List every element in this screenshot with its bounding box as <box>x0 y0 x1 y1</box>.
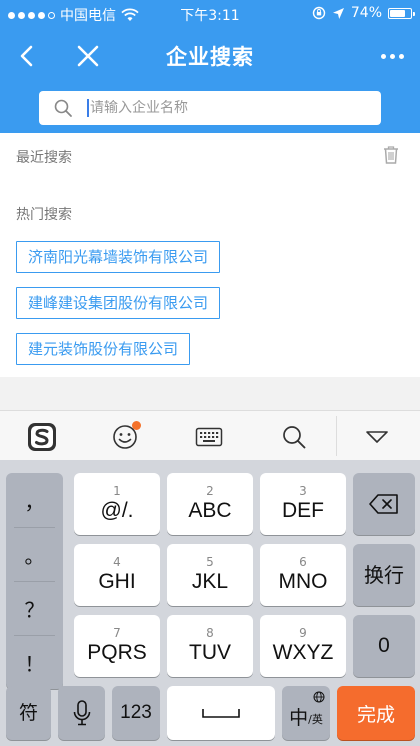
notification-dot <box>132 421 141 430</box>
blank-area <box>0 377 420 410</box>
globe-icon <box>313 691 325 703</box>
space-key[interactable] <box>167 686 275 740</box>
key-9[interactable]: 9 WXYZ <box>260 615 346 677</box>
recent-search-label: 最近搜索 <box>16 150 72 166</box>
key-letters: DEF <box>282 499 324 522</box>
back-button[interactable] <box>10 38 46 74</box>
hot-search-label: 热门搜索 <box>16 207 72 223</box>
lang-main-label: 中 <box>289 706 309 729</box>
collapse-down-icon <box>366 431 388 443</box>
key-number: 5 <box>206 555 214 569</box>
search-icon <box>283 426 306 449</box>
key-number: 4 <box>113 555 121 569</box>
punct-key-exclamation[interactable]: ！ <box>6 635 63 689</box>
key-number: 1 <box>113 484 121 498</box>
status-bar: 中国电信 下午3:11 74% <box>0 0 420 28</box>
backspace-icon <box>369 494 398 514</box>
language-switch-key[interactable]: 中 /英 <box>282 686 330 740</box>
more-dots-icon <box>398 53 404 59</box>
nav-bar: 企业搜索 <box>0 28 420 83</box>
microphone-icon <box>73 700 90 726</box>
key-letters: @/. <box>100 499 134 522</box>
key-number: 2 <box>206 484 214 498</box>
close-icon <box>77 45 99 67</box>
trash-icon <box>384 146 398 164</box>
search-input[interactable] <box>90 100 330 116</box>
more-dots-icon <box>380 53 386 59</box>
status-right: 74% <box>312 5 415 21</box>
clear-history-button[interactable] <box>382 145 400 165</box>
key-letters: WXYZ <box>272 641 334 664</box>
search-icon <box>54 99 72 117</box>
hide-keyboard-button[interactable] <box>360 420 394 454</box>
symbol-key[interactable]: 符 <box>6 686 51 740</box>
key-number: 8 <box>206 626 214 640</box>
punct-key-comma[interactable]: ， <box>6 473 63 527</box>
voice-input-key[interactable] <box>58 686 105 740</box>
symbol-label: 符 <box>18 702 38 724</box>
key-2[interactable]: 2 ABC <box>167 473 253 535</box>
keyboard-toolbar <box>0 410 420 460</box>
key-6[interactable]: 6 MNO <box>260 544 346 606</box>
key-number: 6 <box>299 555 307 569</box>
hot-search-tag[interactable]: 建峰建设集团股份有限公司 <box>16 287 221 319</box>
number-mode-key[interactable]: 123 <box>112 686 160 740</box>
text-cursor <box>87 99 89 117</box>
key-letters: GHI <box>98 570 136 593</box>
search-box[interactable] <box>39 91 381 125</box>
keyboard-search-button[interactable] <box>277 420 311 454</box>
toolbar-divider <box>336 416 337 456</box>
hot-search-tag[interactable]: 建元装饰股份有限公司 <box>16 333 191 365</box>
chevron-left-icon <box>20 45 33 67</box>
keyboard: ， 。 ？ ！ 1 @/. 2 ABC 3 DEF 4 GHI 5 JKL 6 … <box>0 460 420 746</box>
key-number: 3 <box>299 484 307 498</box>
key-5[interactable]: 5 JKL <box>167 544 253 606</box>
battery-level <box>390 9 405 17</box>
page-title: 企业搜索 <box>166 45 254 69</box>
punctuation-column: ， 。 ？ ！ <box>6 473 63 689</box>
hot-search-tag[interactable]: 济南阳光幕墙装饰有限公司 <box>16 241 221 273</box>
key-number: 9 <box>299 626 307 640</box>
space-icon <box>202 709 240 718</box>
sogou-button[interactable] <box>25 420 59 454</box>
more-dots-icon <box>389 53 395 59</box>
newline-label: 换行 <box>364 563 404 587</box>
number-mode-label: 123 <box>120 702 152 723</box>
key-0[interactable]: 0 <box>353 615 415 677</box>
key-letters: MNO <box>278 570 328 593</box>
key-zero-label: 0 <box>378 634 390 657</box>
orientation-lock-icon <box>312 6 326 20</box>
key-1[interactable]: 1 @/. <box>74 473 160 535</box>
keyboard-icon <box>195 427 223 447</box>
newline-key[interactable]: 换行 <box>353 544 415 606</box>
hot-search-list: 济南阳光幕墙装饰有限公司 建峰建设集团股份有限公司 建元装饰股份有限公司 <box>16 241 221 379</box>
punct-key-period[interactable]: 。 <box>6 527 63 581</box>
keyboard-switch-button[interactable] <box>192 420 226 454</box>
key-4[interactable]: 4 GHI <box>74 544 160 606</box>
language-label: 中 /英 <box>289 703 323 730</box>
key-letters: PQRS <box>87 641 147 664</box>
key-8[interactable]: 8 TUV <box>167 615 253 677</box>
key-number: 7 <box>113 626 121 640</box>
more-button[interactable] <box>372 40 412 72</box>
backspace-key[interactable] <box>353 473 415 535</box>
key-7[interactable]: 7 PQRS <box>74 615 160 677</box>
key-letters: JKL <box>191 570 229 593</box>
key-letters: TUV <box>189 641 231 664</box>
lang-sub-label: /英 <box>308 712 323 726</box>
battery-percent: 74% <box>350 5 382 21</box>
key-letters: ABC <box>188 499 232 522</box>
key-3[interactable]: 3 DEF <box>260 473 346 535</box>
search-area <box>0 83 420 133</box>
location-arrow-icon <box>332 7 344 19</box>
done-button[interactable]: 完成 <box>337 686 415 740</box>
sogou-logo-icon <box>28 423 56 451</box>
close-button[interactable] <box>70 38 106 74</box>
battery-icon <box>388 7 415 19</box>
search-suggestions-panel: 最近搜索 热门搜索 济南阳光幕墙装饰有限公司 建峰建设集团股份有限公司 建元装饰… <box>0 133 420 377</box>
emoji-button[interactable] <box>108 420 142 454</box>
punct-key-question[interactable]: ？ <box>6 581 63 635</box>
